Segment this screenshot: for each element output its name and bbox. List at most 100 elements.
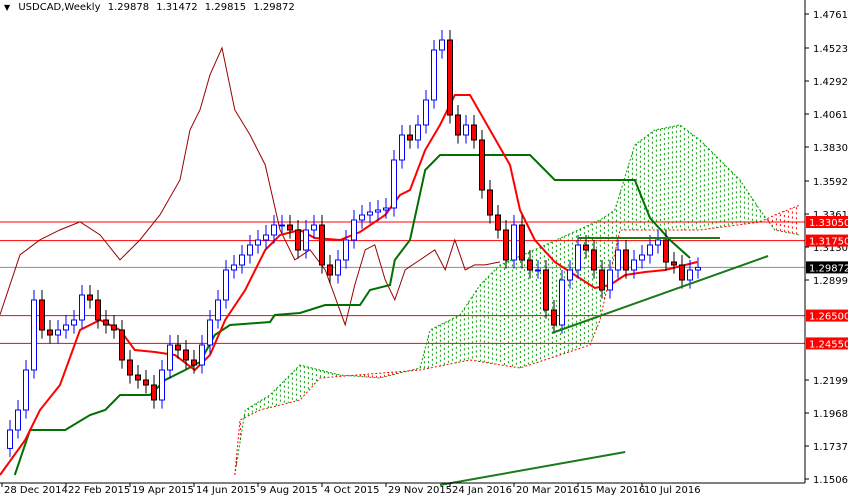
current-price-label: 1.29872 xyxy=(809,263,848,274)
bear-candle xyxy=(527,259,533,271)
bear-candle xyxy=(543,269,549,311)
axes: 1.47610 1.45230 1.42920 1.40610 1.38300 1.359… xyxy=(0,0,848,495)
ichimoku-cloud xyxy=(234,124,801,476)
bull-candle xyxy=(239,254,245,266)
bull-candle xyxy=(615,249,621,271)
horizontal-levels xyxy=(0,221,805,344)
bull-candle xyxy=(231,264,237,271)
bear-candle xyxy=(679,264,685,281)
bull-candle xyxy=(375,209,381,213)
bear-candle xyxy=(295,229,301,251)
time-tick-label: 28 Dec 2014 xyxy=(4,485,68,495)
price-tick-label: 1.40610 xyxy=(813,110,848,121)
bull-candle xyxy=(575,244,581,271)
bull-candle xyxy=(647,244,653,256)
bull-candle xyxy=(55,329,61,336)
bull-candle xyxy=(463,124,469,136)
price-chart[interactable]: 1.47610 1.45230 1.42920 1.40610 1.38300 1.359… xyxy=(0,0,848,495)
bear-candle xyxy=(327,264,333,276)
price-tick-label: 1.17370 xyxy=(813,442,848,453)
bull-candle xyxy=(199,344,205,366)
bull-candle xyxy=(247,244,253,256)
bear-candle xyxy=(191,359,197,366)
bull-candle xyxy=(423,99,429,126)
bear-candle xyxy=(175,344,181,351)
price-tick-label: 1.21990 xyxy=(813,376,848,387)
price-tick-label: 1.38300 xyxy=(813,143,848,154)
bull-candle xyxy=(263,234,269,241)
bear-candle xyxy=(135,374,141,381)
price-tick-label: 1.19680 xyxy=(813,409,848,420)
bear-candle xyxy=(591,249,597,271)
time-tick-label: 29 Nov 2015 xyxy=(388,485,452,495)
bear-candle xyxy=(663,239,669,263)
bear-candle xyxy=(39,299,45,331)
bull-candle xyxy=(79,294,85,321)
bull-candle xyxy=(567,269,573,281)
bull-candle xyxy=(343,239,349,261)
bear-candle xyxy=(447,39,453,116)
bear-candle xyxy=(495,214,501,231)
bull-candle xyxy=(391,159,397,209)
bear-candle xyxy=(503,229,509,261)
time-tick-label: 22 Feb 2015 xyxy=(68,485,130,495)
bull-candle xyxy=(383,207,389,211)
bull-candle xyxy=(215,299,221,321)
bull-candle xyxy=(439,39,445,51)
bear-candle xyxy=(551,309,557,326)
level-price-label: 1.24550 xyxy=(809,339,848,350)
time-tick-label: 10 Jul 2016 xyxy=(644,485,701,495)
bull-candle xyxy=(639,254,645,261)
price-tick-label: 1.15060 xyxy=(813,475,848,486)
bear-candle xyxy=(103,319,109,326)
price-tick-label: 1.28990 xyxy=(813,276,848,287)
bull-candle xyxy=(23,369,29,411)
bear-candle xyxy=(407,134,413,141)
bear-candle xyxy=(471,124,477,141)
price-tick-label: 1.47610 xyxy=(813,10,848,21)
bull-candle xyxy=(695,266,701,271)
bull-candle xyxy=(63,324,69,331)
bear-candle xyxy=(519,224,525,261)
bear-candle xyxy=(479,139,485,191)
level-price-label: 1.26500 xyxy=(809,312,848,323)
bear-candle xyxy=(623,249,629,271)
time-tick-label: 20 Mar 2016 xyxy=(516,485,579,495)
bull-candle xyxy=(167,344,173,371)
bear-candle xyxy=(319,224,325,266)
time-tick-label: 24 Jan 2016 xyxy=(452,485,512,495)
bear-candle xyxy=(119,329,125,361)
bull-candle xyxy=(559,279,565,326)
bear-candle xyxy=(143,379,149,386)
lower-trendline-trendline xyxy=(439,451,626,486)
time-tick-label: 9 Aug 2015 xyxy=(260,485,318,495)
price-tick-label: 1.42920 xyxy=(813,77,848,88)
bull-candle xyxy=(279,224,285,227)
bear-candle xyxy=(95,299,101,321)
bull-candle xyxy=(303,229,309,251)
bear-candle xyxy=(111,324,117,331)
bear-candle xyxy=(487,189,493,216)
level-price-label: 1.33050 xyxy=(809,218,848,229)
bull-candle xyxy=(71,319,77,326)
price-tick-label: 1.45230 xyxy=(813,44,848,55)
time-tick-label: 4 Oct 2015 xyxy=(324,485,379,495)
bear-candle xyxy=(599,269,605,291)
bear-candle xyxy=(583,244,589,251)
bull-candle xyxy=(359,214,365,221)
bull-candle xyxy=(607,269,613,291)
bull-candle xyxy=(335,259,341,276)
bear-candle xyxy=(127,359,133,376)
bear-candle xyxy=(183,349,189,361)
time-tick-label: 14 Jun 2015 xyxy=(196,485,256,495)
bear-candle xyxy=(287,224,293,231)
level-price-label: 1.31750 xyxy=(809,237,848,248)
bull-candle xyxy=(207,319,213,346)
bull-candle xyxy=(159,369,165,401)
bull-candle xyxy=(367,211,373,216)
bull-candle xyxy=(399,134,405,161)
bear-candle xyxy=(151,384,157,401)
kijun-sen-line xyxy=(13,154,691,476)
bear-candle xyxy=(47,329,53,336)
bull-candle xyxy=(535,269,541,272)
